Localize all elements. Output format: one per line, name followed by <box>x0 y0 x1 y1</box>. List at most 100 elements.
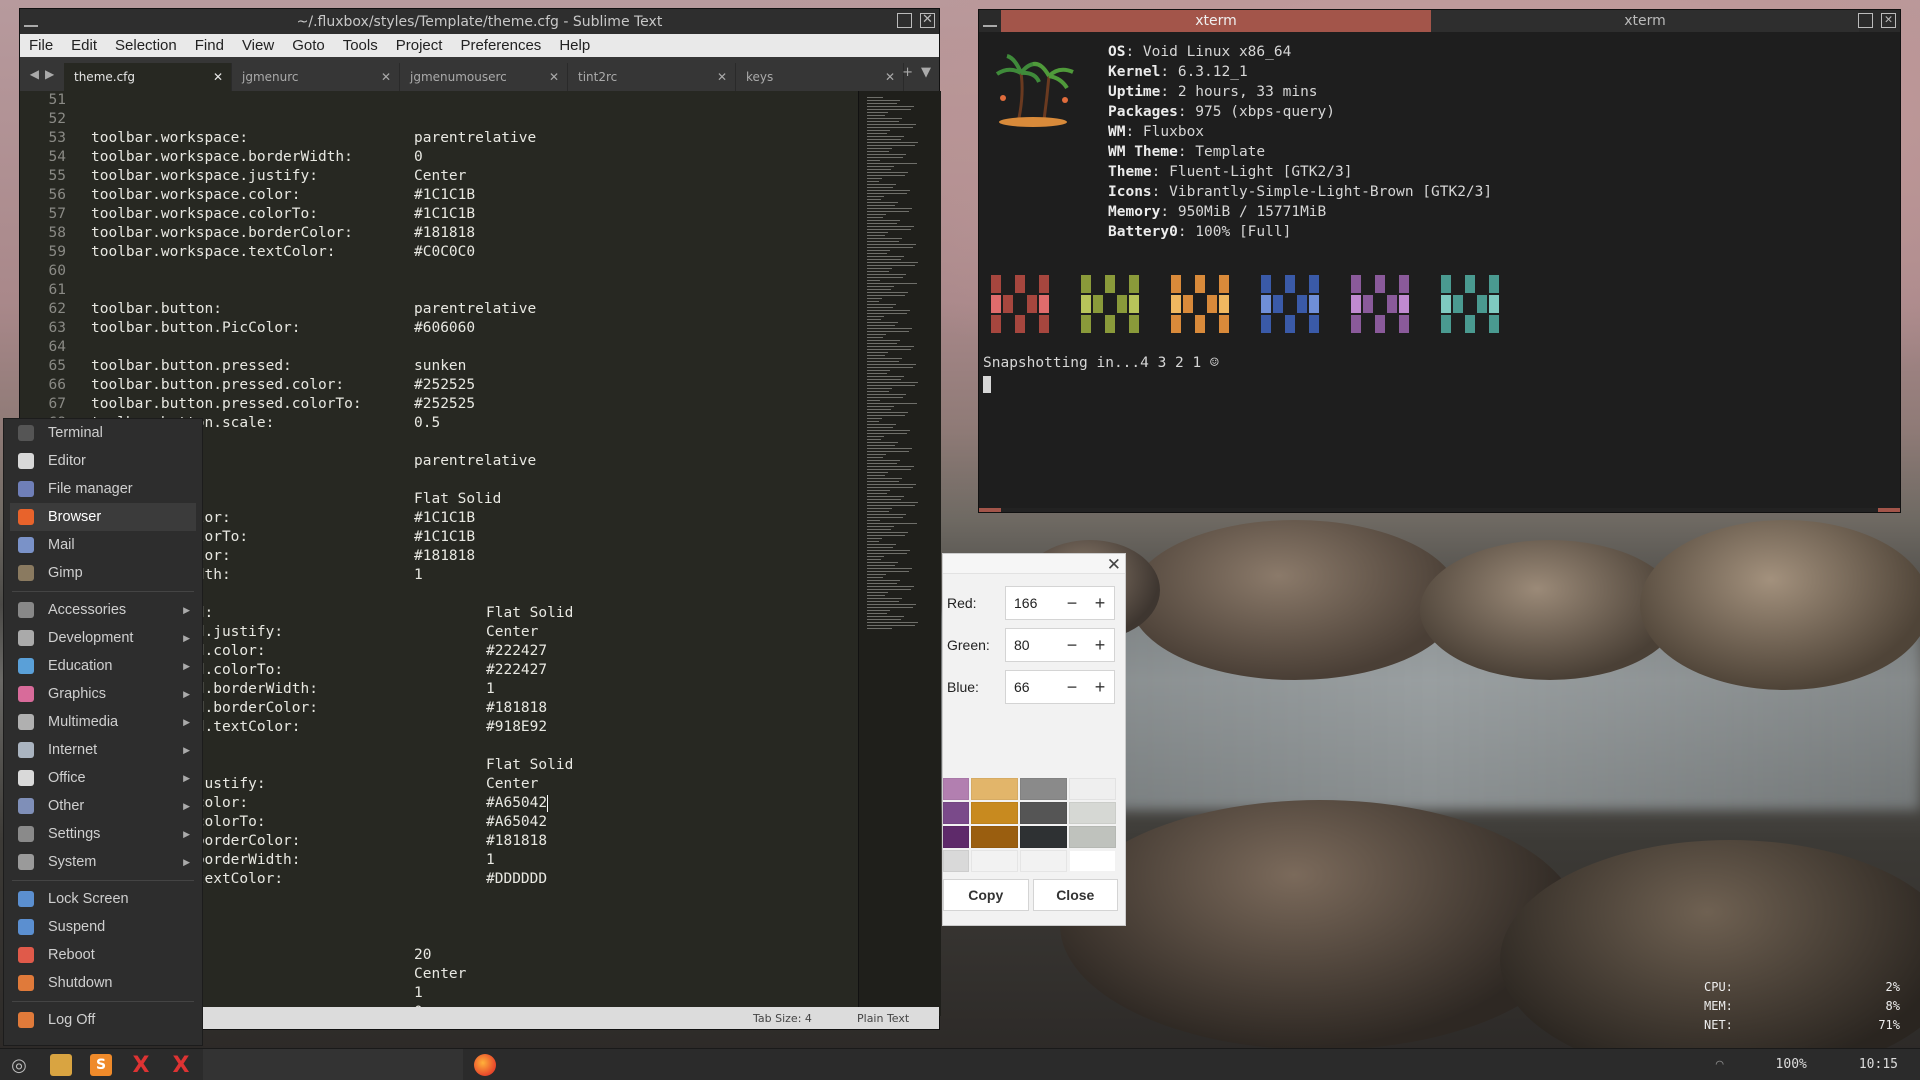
channel-value[interactable]: 166 <box>1014 595 1058 611</box>
tab-list-icon[interactable]: ▼ <box>921 65 931 80</box>
tab-close-icon[interactable]: ✕ <box>717 70 727 84</box>
menu-find[interactable]: Find <box>186 37 233 54</box>
menu-item[interactable]: Multimedia ▶ <box>4 708 202 736</box>
color-swatch[interactable] <box>1069 802 1116 824</box>
menu-project[interactable]: Project <box>387 37 452 54</box>
tab-close-icon[interactable]: ✕ <box>549 70 559 84</box>
file-manager-icon[interactable] <box>50 1054 72 1076</box>
color-swatch[interactable] <box>1020 826 1067 848</box>
tab-close-icon[interactable]: ✕ <box>885 70 895 84</box>
xterm-title-bar[interactable]: xterm xterm ✕ <box>979 10 1900 32</box>
menu-item[interactable]: Accessories ▶ <box>4 596 202 624</box>
menu-item[interactable]: Editor <box>4 447 202 475</box>
maximize-icon[interactable] <box>897 13 912 28</box>
syntax-indicator[interactable]: Plain Text <box>857 1012 909 1025</box>
color-swatch[interactable] <box>943 778 969 800</box>
window-menu-icon[interactable] <box>24 25 38 27</box>
menu-item[interactable]: Shutdown <box>4 969 202 997</box>
color-swatch[interactable] <box>1020 778 1067 800</box>
menu-item[interactable]: Mail <box>4 531 202 559</box>
menu-item[interactable]: Internet ▶ <box>4 736 202 764</box>
menu-selection[interactable]: Selection <box>106 37 186 54</box>
tab-right-icon[interactable]: ▶ <box>45 67 54 81</box>
sublime-icon[interactable]: S <box>90 1054 112 1076</box>
close-icon[interactable]: ✕ <box>1107 555 1121 575</box>
firefox-icon[interactable] <box>474 1054 496 1076</box>
menu-item[interactable]: System ▶ <box>4 848 202 876</box>
color-swatch[interactable] <box>1069 826 1116 848</box>
menu-item[interactable]: Development ▶ <box>4 624 202 652</box>
color-swatch[interactable] <box>971 802 1018 824</box>
color-swatch[interactable] <box>943 802 969 824</box>
increment-icon[interactable]: + <box>1086 677 1114 698</box>
tab-left-icon[interactable]: ◀ <box>30 67 39 81</box>
channel-value[interactable]: 80 <box>1014 637 1058 653</box>
menu-item[interactable]: Reboot <box>4 941 202 969</box>
close-icon[interactable]: ✕ <box>920 13 935 28</box>
color-swatch[interactable] <box>971 826 1018 848</box>
menu-item[interactable]: Other ▶ <box>4 792 202 820</box>
wifi-icon[interactable]: ◠ <box>1716 1057 1724 1072</box>
editor-tab[interactable]: tint2rc ✕ <box>568 63 736 91</box>
color-swatch[interactable] <box>1020 802 1067 824</box>
menu-item[interactable]: Office ▶ <box>4 764 202 792</box>
color-swatch[interactable] <box>1069 778 1116 800</box>
battery-level[interactable]: 100% <box>1776 1057 1807 1072</box>
color-swatch[interactable] <box>971 778 1018 800</box>
menu-tools[interactable]: Tools <box>334 37 387 54</box>
increment-icon[interactable]: + <box>1086 593 1114 614</box>
menu-file[interactable]: File <box>20 37 62 54</box>
logout-item[interactable]: Log Off <box>4 1006 202 1034</box>
menu-edit[interactable]: Edit <box>62 37 106 54</box>
editor-tab[interactable]: keys ✕ <box>736 63 904 91</box>
editor-tab[interactable]: jgmenumouserc ✕ <box>400 63 568 91</box>
menu-view[interactable]: View <box>233 37 283 54</box>
xterm-icon[interactable]: X <box>170 1053 192 1078</box>
menu-item[interactable]: Lock Screen <box>4 885 202 913</box>
menu-item[interactable]: Terminal <box>4 419 202 447</box>
close-icon[interactable]: ✕ <box>1881 13 1896 28</box>
minimap[interactable] <box>858 91 941 1016</box>
menu-item[interactable]: Education ▶ <box>4 652 202 680</box>
editor-tab[interactable]: jgmenurc ✕ <box>232 63 400 91</box>
xterm-icon[interactable]: X <box>130 1053 152 1078</box>
color-swatch[interactable] <box>1069 850 1116 872</box>
tab-scroll-arrows[interactable]: ◀ ▶ <box>20 57 64 91</box>
decrement-icon[interactable]: − <box>1058 635 1086 656</box>
sublime-title-bar[interactable]: ~/.fluxbox/styles/Template/theme.cfg - S… <box>20 9 939 34</box>
color-swatch[interactable] <box>943 826 969 848</box>
xterm-tab-active[interactable]: xterm <box>1001 10 1431 32</box>
increment-icon[interactable]: + <box>1086 635 1114 656</box>
color-swatch[interactable] <box>943 850 969 872</box>
menu-item[interactable]: Gimp <box>4 559 202 587</box>
tab-size-indicator[interactable]: Tab Size: 4 <box>753 1012 812 1025</box>
window-menu-icon[interactable] <box>979 10 1001 32</box>
tab-close-icon[interactable]: ✕ <box>381 70 391 84</box>
channel-spinbox[interactable]: 66− + <box>1005 670 1115 704</box>
xterm-tab-inactive[interactable]: xterm <box>1431 10 1859 32</box>
decrement-icon[interactable]: − <box>1058 677 1086 698</box>
color-swatch[interactable] <box>1020 850 1067 872</box>
editor-tab[interactable]: theme.cfg ✕ <box>64 63 232 91</box>
menu-item[interactable]: Browser <box>10 503 196 531</box>
menu-goto[interactable]: Goto <box>283 37 334 54</box>
close-button[interactable]: Close <box>1032 879 1118 911</box>
channel-value[interactable]: 66 <box>1014 679 1058 695</box>
menu-item[interactable]: Graphics ▶ <box>4 680 202 708</box>
picker-title-bar[interactable] <box>943 554 1125 574</box>
channel-spinbox[interactable]: 80− + <box>1005 628 1115 662</box>
copy-button[interactable]: Copy <box>943 879 1029 911</box>
maximize-icon[interactable] <box>1858 13 1873 28</box>
new-tab-icon[interactable]: + <box>902 65 913 80</box>
start-menu-icon[interactable]: ◎ <box>8 1054 30 1076</box>
clock[interactable]: 10:15 <box>1859 1057 1898 1072</box>
menu-item[interactable]: Suspend <box>4 913 202 941</box>
menu-preferences[interactable]: Preferences <box>451 37 550 54</box>
tab-close-icon[interactable]: ✕ <box>213 70 223 84</box>
color-swatch[interactable] <box>971 850 1018 872</box>
menu-item[interactable]: File manager <box>4 475 202 503</box>
menu-help[interactable]: Help <box>550 37 599 54</box>
menu-item[interactable]: Settings ▶ <box>4 820 202 848</box>
decrement-icon[interactable]: − <box>1058 593 1086 614</box>
channel-spinbox[interactable]: 166− + <box>1005 586 1115 620</box>
